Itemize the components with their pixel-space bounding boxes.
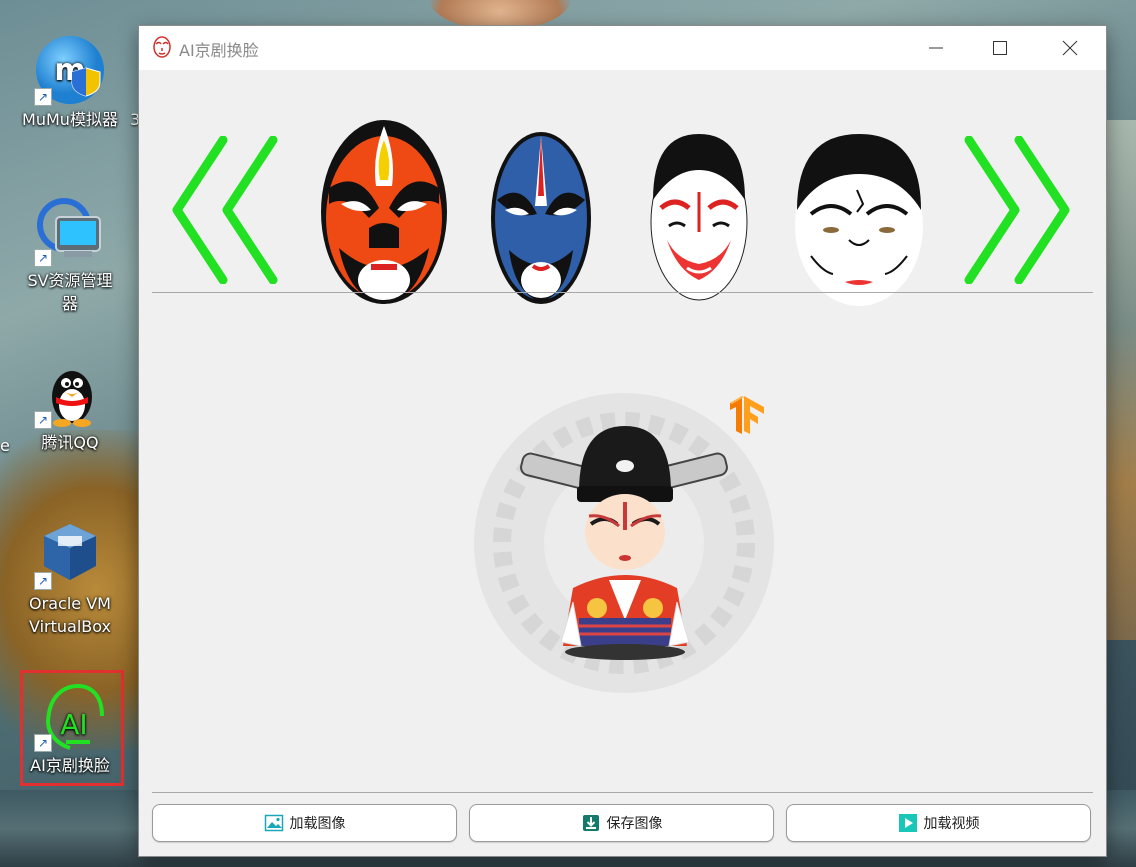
double-chevron-right-icon[interactable] bbox=[961, 136, 1073, 284]
load-video-button[interactable]: 加载视频 bbox=[786, 804, 1091, 842]
minimize-icon bbox=[929, 47, 943, 49]
shortcut-arrow-icon: ↗ bbox=[34, 734, 52, 752]
maximize-icon bbox=[993, 41, 1007, 55]
desktop-icon-label: 腾讯QQ bbox=[41, 433, 99, 452]
desktop-icon-virtualbox[interactable]: ↗ Oracle VM VirtualBox bbox=[22, 518, 118, 638]
virtualbox-icon: ↗ bbox=[34, 518, 106, 590]
shortcut-arrow-icon: ↗ bbox=[34, 88, 52, 106]
desktop-icon-sv-explorer[interactable]: ↗ SV资源管理器 bbox=[22, 195, 118, 315]
close-button[interactable] bbox=[1047, 26, 1093, 70]
close-icon bbox=[1062, 40, 1078, 56]
red-black-opera-mask[interactable] bbox=[319, 118, 449, 306]
bottom-divider bbox=[152, 792, 1093, 793]
ai-opera-icon: AI ↗ bbox=[34, 680, 106, 752]
tensorflow-logo-icon bbox=[730, 396, 764, 434]
play-icon bbox=[898, 814, 917, 832]
maximize-button[interactable] bbox=[977, 26, 1023, 70]
load-image-label: 加载图像 bbox=[289, 816, 346, 832]
load-image-button[interactable]: 加载图像 bbox=[152, 804, 457, 842]
white-black-opera-mask[interactable] bbox=[791, 130, 927, 310]
title-bar[interactable]: AI京剧换脸 bbox=[139, 26, 1106, 70]
shortcut-arrow-icon: ↗ bbox=[34, 572, 52, 590]
desktop-icon-label: MuMu模拟器 bbox=[22, 110, 118, 129]
svg-text:AI: AI bbox=[60, 708, 87, 741]
blue-black-opera-mask[interactable] bbox=[489, 130, 593, 306]
save-image-button[interactable]: 保存图像 bbox=[469, 804, 774, 842]
shortcut-arrow-icon: ↗ bbox=[34, 249, 52, 267]
app-window: AI京剧换脸 加载图像 保存图像 加载视频 bbox=[139, 26, 1106, 856]
desktop-icon-label: AI京剧换脸 bbox=[30, 756, 110, 775]
desktop-icon-label: Oracle VM VirtualBox bbox=[28, 594, 112, 636]
white-red-opera-mask[interactable] bbox=[647, 130, 751, 302]
desktop-icon-ai-opera[interactable]: AI ↗ AI京剧换脸 bbox=[22, 680, 118, 777]
image-icon bbox=[264, 814, 283, 832]
shortcut-arrow-icon: ↗ bbox=[34, 411, 52, 429]
save-icon bbox=[582, 815, 599, 831]
mumu-emulator-icon: m ↗ bbox=[34, 34, 106, 106]
window-title: AI京剧换脸 bbox=[179, 41, 259, 60]
desktop-icon-mumu[interactable]: m ↗ MuMu模拟器 bbox=[22, 34, 118, 131]
top-divider bbox=[152, 292, 1093, 293]
opera-mask-app-icon bbox=[153, 36, 171, 58]
sv-explorer-icon: ↗ bbox=[34, 195, 106, 267]
save-image-label: 保存图像 bbox=[606, 816, 663, 832]
desktop-partial-label: e bbox=[0, 436, 10, 455]
desktop-icon-qq[interactable]: ↗ 腾讯QQ bbox=[22, 357, 118, 454]
qq-penguin-icon: ↗ bbox=[34, 357, 106, 429]
mask-carousel bbox=[139, 70, 1106, 306]
load-video-label: 加载视频 bbox=[923, 816, 980, 832]
minimize-button[interactable] bbox=[913, 26, 959, 70]
desktop-icon-label: SV资源管理器 bbox=[27, 271, 113, 313]
double-chevron-left-icon[interactable] bbox=[169, 136, 281, 284]
